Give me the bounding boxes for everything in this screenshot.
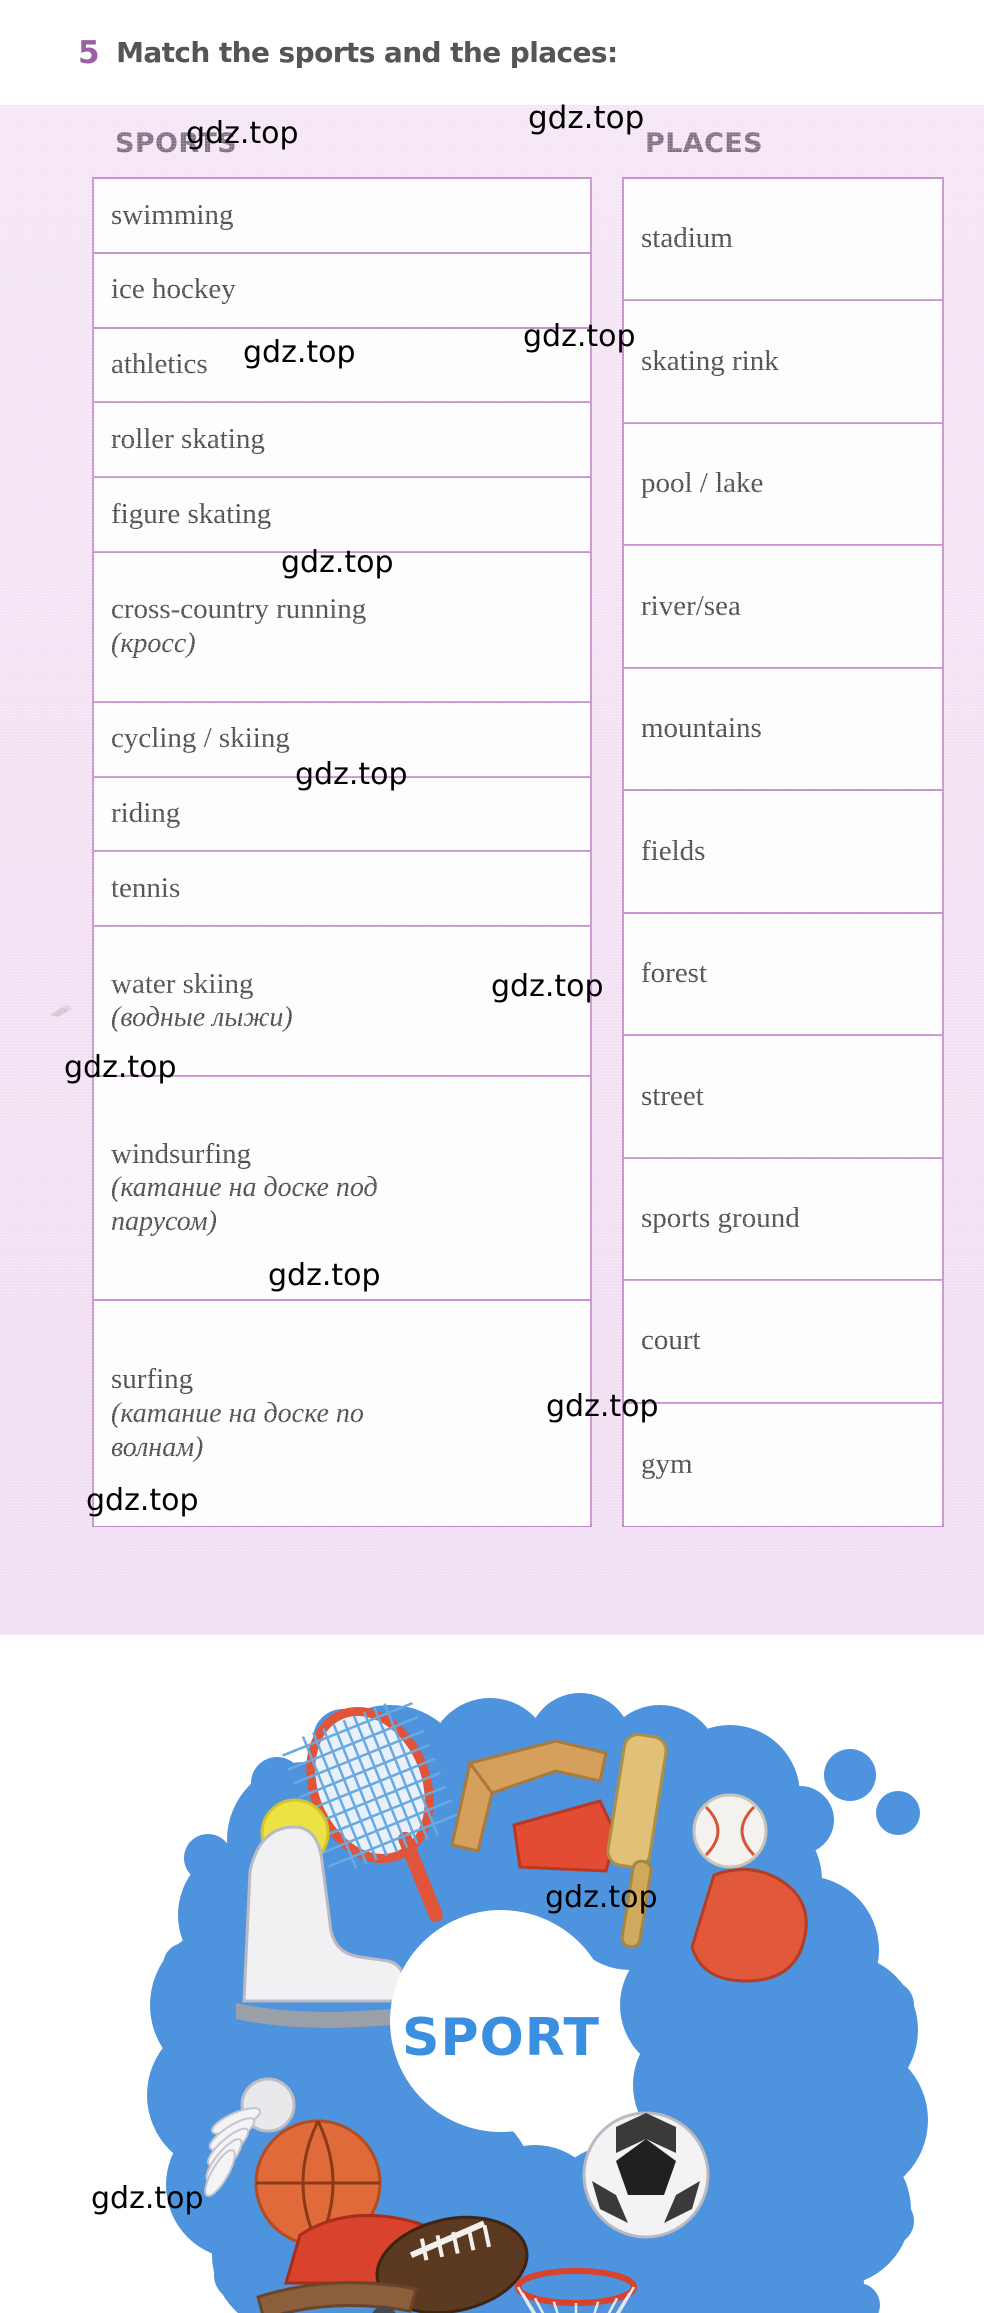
places-row-label: court (641, 1324, 701, 1357)
watermark: gdz.top (545, 1880, 658, 1915)
places-table: stadium skating rink pool / lake river/sea m… (622, 177, 944, 1527)
sports-table: swimming ice hockey athletics roller skatin… (92, 177, 592, 1527)
sports-row-label: tennis (111, 872, 181, 905)
sports-row-label: roller skating (111, 423, 265, 456)
places-row-label: skating rink (641, 344, 779, 377)
watermark: gdz.top (491, 969, 604, 1004)
sports-row[interactable]: figure skating (94, 478, 590, 554)
places-row-label: mountains (641, 712, 762, 745)
places-row-label: gym (641, 1447, 693, 1480)
sports-row-label: windsurfing (111, 1137, 252, 1170)
watermark: gdz.top (295, 757, 408, 792)
places-row[interactable]: skating rink (624, 301, 942, 424)
page-title: Match the sports and the places: (116, 36, 618, 69)
sports-row-label: figure skating (111, 497, 272, 530)
places-row-label: pool / lake (641, 467, 764, 500)
places-row[interactable]: court (624, 1281, 942, 1404)
places-row[interactable]: fields (624, 791, 942, 914)
places-row[interactable]: street (624, 1036, 942, 1159)
places-row-label: fields (641, 834, 706, 867)
sports-row[interactable]: ice hockey (94, 253, 590, 329)
watermark: gdz.top (64, 1050, 177, 1085)
sports-row-label: riding (111, 797, 181, 830)
places-row[interactable]: stadium (624, 179, 942, 302)
places-row[interactable]: forest (624, 913, 942, 1037)
sports-row-translation: (катание на доске по волнам) (111, 1397, 364, 1463)
watermark: gdz.top (546, 1389, 659, 1424)
sports-row-translation: (кросс) (111, 627, 196, 659)
places-column-heading: PLACES (645, 128, 763, 159)
watermark: gdz.top (186, 116, 299, 151)
places-row[interactable]: sports ground (624, 1158, 942, 1282)
sports-row-translation: (катание на доске под парусом) (111, 1172, 378, 1237)
places-row[interactable]: mountains (624, 668, 942, 792)
watermark: gdz.top (528, 100, 645, 136)
places-row-label: river/sea (641, 589, 741, 622)
places-row-label: street (641, 1079, 704, 1112)
watermark: gdz.top (523, 319, 636, 354)
places-row[interactable]: river/sea (624, 546, 942, 669)
watermark: gdz.top (268, 1258, 381, 1293)
places-row-label: forest (641, 957, 708, 990)
sports-row-label: cross-country running (111, 593, 367, 626)
watermark: gdz.top (86, 1483, 199, 1518)
sports-row[interactable]: tennis (94, 852, 590, 928)
sports-row[interactable]: roller skating (94, 403, 590, 479)
exercise-header: 5 Match the sports and the places: (0, 0, 984, 105)
sports-row-label: ice hockey (111, 273, 236, 306)
sport-badge-label: SPORT (402, 2008, 600, 2068)
match-exercise-panel: SPORTS PLACES swimming ice hockey athletic… (0, 105, 984, 1635)
exercise-number: 5 (78, 34, 100, 71)
places-row-label: sports ground (641, 1202, 800, 1235)
places-row-label: stadium (641, 222, 733, 255)
places-row[interactable]: pool / lake (624, 423, 942, 547)
sports-row-translation: (водные лыжи) (111, 1002, 293, 1034)
places-row[interactable]: gym (624, 1403, 942, 1526)
sports-row-label: cycling / skiing (111, 722, 290, 755)
sports-row-label: swimming (111, 198, 234, 231)
watermark: gdz.top (243, 335, 356, 370)
sports-row[interactable]: swimming (94, 179, 590, 254)
watermark: gdz.top (281, 545, 394, 580)
watermark: gdz.top (91, 2181, 204, 2216)
sports-row-label: surfing (111, 1363, 194, 1396)
pencil-marker-icon (50, 1005, 72, 1017)
sport-badge: SPORT (390, 1910, 612, 2132)
